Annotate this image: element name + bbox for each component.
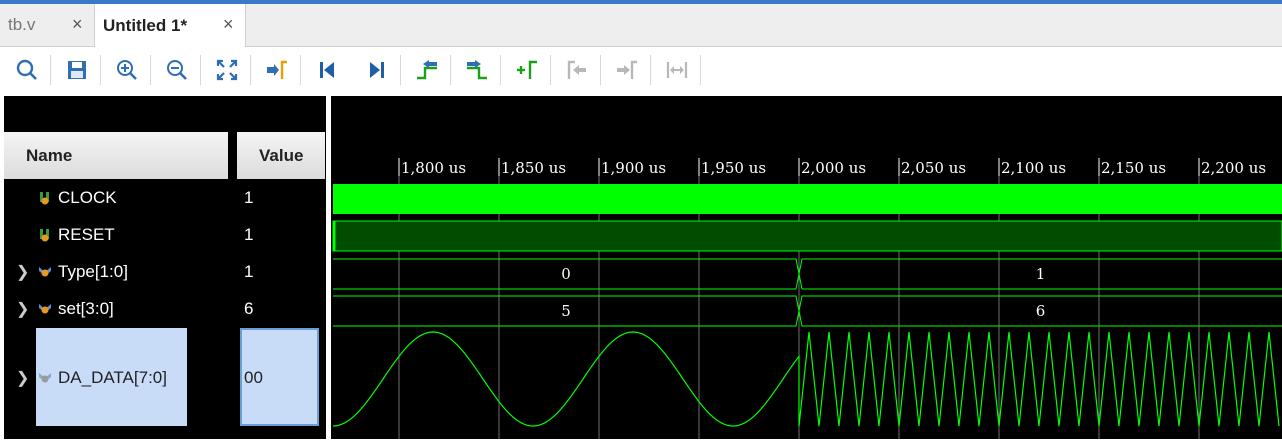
- bit-signal-icon: [40, 229, 49, 242]
- previous-marker-button[interactable]: [564, 57, 590, 83]
- expand-chevron-icon[interactable]: ❯: [16, 299, 29, 319]
- tab-bar: tb.v × Untitled 1* ×: [0, 4, 1282, 47]
- time-tick-label: 2,150 us: [1101, 159, 1166, 177]
- signal-row-type[interactable]: ❯ Type[1:0] 1: [0, 257, 326, 287]
- value-column-header[interactable]: Value: [237, 132, 325, 179]
- swap-cursors-icon: [666, 62, 688, 78]
- time-tick-label: 1,950 us: [701, 159, 766, 177]
- toolbar-separator: [550, 55, 551, 85]
- time-tick-label: 2,050 us: [901, 159, 966, 177]
- waveform-viewer[interactable]: 1,800 us 1,850 us 1,900 us 1,950 us 2,000 us…: [331, 96, 1282, 439]
- da-data-analog-wave: [332, 331, 1280, 427]
- time-tick-label: 1,900 us: [601, 159, 666, 177]
- previous-transition-button[interactable]: [414, 57, 440, 83]
- tab-label: Untitled 1*: [103, 15, 188, 35]
- toolbar-separator: [450, 55, 451, 85]
- swap-cursors-button[interactable]: [664, 57, 690, 83]
- reset-wave: [332, 220, 1282, 252]
- time-tick-label: 2,000 us: [801, 159, 866, 177]
- signal-value: 6: [244, 299, 254, 318]
- type-value-after: 1: [1036, 265, 1046, 283]
- next-transition-icon: [467, 60, 487, 80]
- bus-signal-icon: [39, 267, 51, 277]
- type-value-before: 0: [561, 265, 571, 283]
- signal-name: set[3:0]: [58, 299, 114, 318]
- signal-name: Type[1:0]: [58, 262, 128, 281]
- zoom-out-button[interactable]: [164, 57, 190, 83]
- time-tick-label: 2,200 us: [1201, 159, 1266, 177]
- set-bus-wave: [333, 295, 1282, 327]
- toolbar-separator: [600, 55, 601, 85]
- next-marker-icon: [617, 60, 637, 79]
- signal-value: 1: [244, 262, 254, 281]
- go-to-last-time-button[interactable]: [364, 57, 390, 83]
- time-tick-label: 1,850 us: [501, 159, 566, 177]
- toolbar-separator: [700, 55, 701, 85]
- tab-untitled-1[interactable]: Untitled 1* ×: [94, 4, 246, 47]
- go-to-cursor-icon: [267, 60, 287, 79]
- toolbar-separator: [300, 55, 301, 85]
- expand-chevron-icon[interactable]: ❯: [16, 368, 29, 388]
- set-value-before: 5: [561, 302, 571, 320]
- next-marker-button[interactable]: [614, 57, 640, 83]
- signal-row-set[interactable]: ❯ set[3:0] 6: [0, 294, 326, 324]
- signal-value: 1: [244, 188, 254, 207]
- signal-row-da-data[interactable]: ❯ DA_DATA[7:0] 00: [0, 363, 326, 393]
- zoom-fit-icon: [216, 59, 238, 81]
- save-icon: [68, 61, 86, 79]
- go-to-start-icon: [320, 62, 334, 78]
- bit-signal-icon: [40, 192, 49, 205]
- add-marker-icon: [517, 60, 537, 79]
- close-icon[interactable]: ×: [223, 14, 234, 35]
- search-button[interactable]: [14, 57, 40, 83]
- name-column-header[interactable]: Name: [4, 132, 228, 179]
- close-icon[interactable]: ×: [72, 14, 83, 35]
- expand-chevron-icon[interactable]: ❯: [16, 262, 29, 282]
- analog-bus-icon: [39, 373, 51, 383]
- signal-value: 00: [244, 368, 263, 387]
- previous-marker-icon: [567, 60, 586, 79]
- toolbar-separator: [200, 55, 201, 85]
- tab-tb-v[interactable]: tb.v ×: [0, 4, 94, 46]
- tab-label: tb.v: [8, 15, 36, 34]
- toolbar-separator: [650, 55, 651, 85]
- signal-name: CLOCK: [58, 188, 117, 207]
- toolbar-separator: [250, 55, 251, 85]
- waveform-canvas[interactable]: 1,800 us 1,850 us 1,900 us 1,950 us 2,000 us…: [331, 96, 1282, 439]
- set-value-after: 6: [1036, 302, 1046, 320]
- go-to-cursor-button[interactable]: [264, 57, 290, 83]
- toolbar-separator: [50, 55, 51, 85]
- time-tick-label: 1,800 us: [401, 159, 466, 177]
- toolbar-separator: [500, 55, 501, 85]
- previous-transition-icon: [417, 60, 437, 80]
- next-transition-button[interactable]: [464, 57, 490, 83]
- signal-name: DA_DATA[7:0]: [58, 368, 167, 387]
- type-bus-wave: [333, 258, 1282, 290]
- add-marker-button[interactable]: [514, 57, 540, 83]
- zoom-out-icon: [167, 60, 187, 80]
- signal-row-clock[interactable]: CLOCK 1: [0, 183, 326, 213]
- signal-name: RESET: [58, 225, 115, 244]
- toolbar-separator: [100, 55, 101, 85]
- waveform-toolbar: [0, 47, 1282, 94]
- zoom-fit-button[interactable]: [214, 57, 240, 83]
- go-to-time-zero-button[interactable]: [314, 57, 340, 83]
- bus-signal-icon: [39, 304, 51, 314]
- toolbar-separator: [400, 55, 401, 85]
- go-to-end-icon: [370, 62, 384, 78]
- toolbar-separator: [150, 55, 151, 85]
- zoom-in-button[interactable]: [114, 57, 140, 83]
- clock-wave: [333, 184, 1282, 214]
- signal-value: 1: [244, 225, 254, 244]
- magnifier-icon: [16, 59, 37, 80]
- zoom-in-icon: [117, 60, 137, 80]
- time-tick-label: 2,100 us: [1001, 159, 1066, 177]
- signal-row-reset[interactable]: RESET 1: [0, 220, 326, 250]
- save-button[interactable]: [64, 57, 90, 83]
